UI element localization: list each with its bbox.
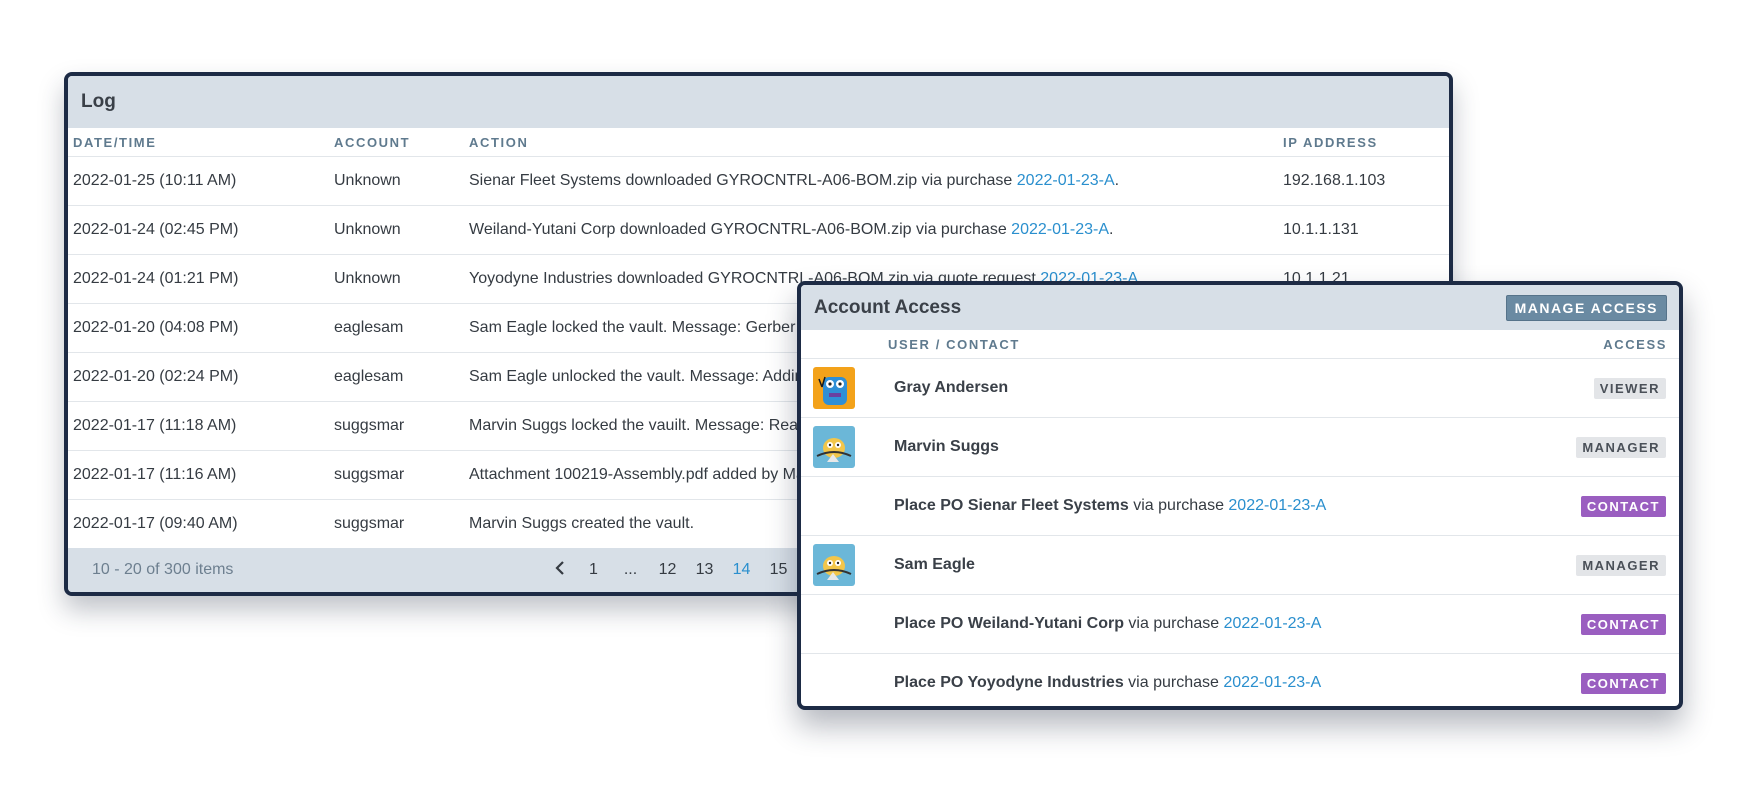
col-ip[interactable]: IP ADDRESS <box>1278 128 1449 157</box>
blue-monster-avatar <box>813 544 855 586</box>
contact-name: Sam Eagle <box>894 556 975 573</box>
contact-name: Gray Andersen <box>894 379 1009 396</box>
blue-monster-avatar <box>813 426 855 468</box>
list-item[interactable]: Place PO Weiland-Yutani Corp via purchas… <box>801 595 1679 654</box>
row-date: 2022-01-17 (11:18 AM) <box>68 401 329 451</box>
page-12[interactable]: 12 <box>649 561 686 579</box>
access-badge-contact: CONTACT <box>1580 496 1666 517</box>
purchase-link[interactable]: 2022-01-23-A <box>1224 615 1322 632</box>
log-table-header: DATE/TIME ACCOUNT ACTION IP ADDRESS <box>68 128 1449 157</box>
purchase-link[interactable]: 2022-01-23-A <box>1011 221 1109 238</box>
purchase-link[interactable]: 2022-01-23-A <box>1228 497 1326 514</box>
row-ip: 10.1.1.131 <box>1278 205 1449 255</box>
row-action: Sienar Fleet Systems downloaded GYROCNTR… <box>464 156 1278 206</box>
row-date: 2022-01-24 (02:45 PM) <box>68 205 329 255</box>
list-item[interactable]: Marvin Suggs MANAGER <box>801 418 1679 477</box>
contact-name: Place PO Weiland-Yutani Corp via purchas… <box>894 615 1322 632</box>
contact-name: Marvin Suggs <box>894 438 999 455</box>
contact-name: Place PO Yoyodyne Industries via purchas… <box>894 674 1322 691</box>
row-date: 2022-01-24 (01:21 PM) <box>68 254 329 304</box>
manage-access-button[interactable]: MANAGE ACCESS <box>1505 294 1667 321</box>
row-account: Unknown <box>329 205 464 255</box>
chevron-left-icon[interactable] <box>545 560 575 581</box>
col-user-contact: USER / CONTACT <box>888 337 1020 352</box>
access-table-header: USER / CONTACT ACCESS <box>801 330 1679 359</box>
row-date: 2022-01-17 (09:40 AM) <box>68 499 329 549</box>
page-13[interactable]: 13 <box>686 561 723 579</box>
action-suffix: . <box>1114 172 1120 189</box>
page-1[interactable]: 1 <box>575 561 612 579</box>
table-row[interactable]: 2022-01-25 (10:11 AM) Unknown Sienar Fle… <box>68 156 1449 206</box>
yellow-monster-avatar <box>813 367 855 409</box>
row-account: suggsmar <box>329 401 464 451</box>
access-badge-contact: CONTACT <box>1580 673 1666 694</box>
purchase-link[interactable]: 2022-01-23-A <box>1223 674 1321 691</box>
list-item[interactable]: Gray Andersen VIEWER <box>801 359 1679 418</box>
row-date: 2022-01-20 (04:08 PM) <box>68 303 329 353</box>
contact-name: Place PO Sienar Fleet Systems via purcha… <box>894 497 1327 514</box>
row-date: 2022-01-17 (11:16 AM) <box>68 450 329 500</box>
access-header: Account Access MANAGE ACCESS <box>801 285 1679 330</box>
row-date: 2022-01-20 (02:24 PM) <box>68 352 329 402</box>
access-badge-viewer: VIEWER <box>1593 378 1666 399</box>
list-item[interactable]: Place PO Yoyodyne Industries via purchas… <box>801 654 1679 706</box>
list-item[interactable]: Sam Eagle MANAGER <box>801 536 1679 595</box>
action-text: Sienar Fleet Systems downloaded GYROCNTR… <box>469 172 1017 189</box>
table-row[interactable]: 2022-01-24 (02:45 PM) Unknown Weiland-Yu… <box>68 205 1449 255</box>
access-badge-manager: MANAGER <box>1576 437 1666 458</box>
account-access-panel: Account Access MANAGE ACCESS USER / CONT… <box>797 281 1683 710</box>
row-account: eaglesam <box>329 303 464 353</box>
pagination: 1 ... 12 13 14 15 <box>545 560 797 581</box>
row-account: eaglesam <box>329 352 464 402</box>
row-account: suggsmar <box>329 499 464 549</box>
row-account: suggsmar <box>329 450 464 500</box>
col-account[interactable]: ACCOUNT <box>329 128 464 157</box>
access-badge-contact: CONTACT <box>1580 614 1666 635</box>
col-action[interactable]: ACTION <box>464 128 1278 157</box>
action-text: Weiland-Yutani Corp downloaded GYROCNTRL… <box>469 221 1012 238</box>
row-date: 2022-01-25 (10:11 AM) <box>68 156 329 206</box>
purchase-link[interactable]: 2022-01-23-A <box>1017 172 1115 189</box>
items-count: 10 - 20 of 300 items <box>92 561 234 578</box>
access-badge-manager: MANAGER <box>1576 555 1666 576</box>
row-account: Unknown <box>329 156 464 206</box>
row-action: Weiland-Yutani Corp downloaded GYROCNTRL… <box>464 205 1278 255</box>
page-14-current[interactable]: 14 <box>723 561 760 579</box>
access-title: Account Access <box>814 296 962 318</box>
row-ip: 192.168.1.103 <box>1278 156 1449 206</box>
col-access: ACCESS <box>1603 337 1667 352</box>
page-15[interactable]: 15 <box>760 561 797 579</box>
action-suffix: . <box>1109 221 1114 238</box>
row-account: Unknown <box>329 254 464 304</box>
page-ellipsis: ... <box>623 561 638 578</box>
col-date[interactable]: DATE/TIME <box>68 128 329 157</box>
log-header: Log <box>68 76 1449 128</box>
log-title: Log <box>81 91 116 112</box>
list-item[interactable]: Place PO Sienar Fleet Systems via purcha… <box>801 477 1679 536</box>
